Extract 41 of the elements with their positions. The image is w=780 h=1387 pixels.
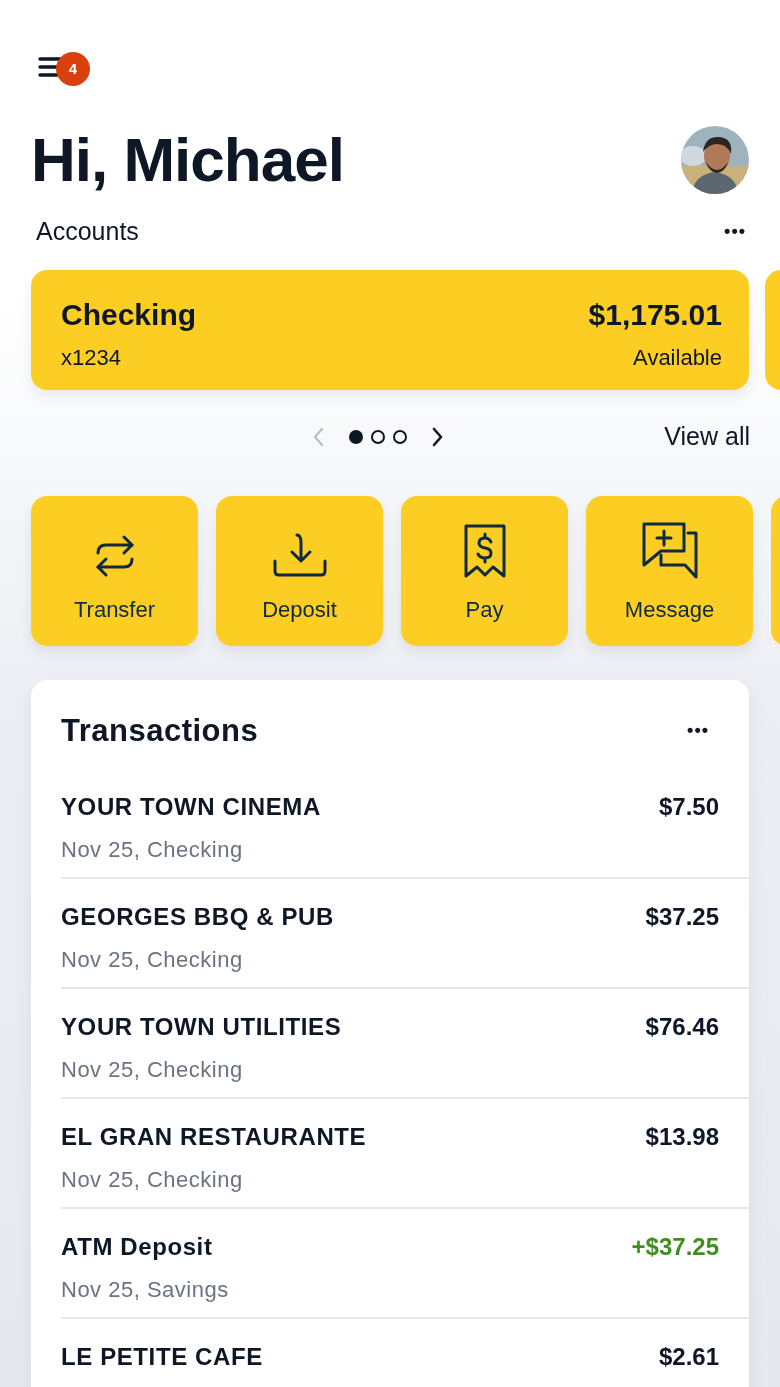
transaction-amount: +$37.25 <box>631 1231 719 1262</box>
transaction-amount: $7.50 <box>658 791 719 822</box>
action-button[interactable]: Deposit <box>216 495 383 646</box>
transaction-detail: Nov 25, Checking <box>61 835 244 864</box>
account-balance: $1,175.01 <box>588 297 722 333</box>
balance-label: Available <box>633 344 722 372</box>
transaction-amount: $13.98 <box>645 1121 719 1152</box>
payee-name: YOUR TOWN CINEMA <box>61 791 321 822</box>
more-button[interactable]: ••• <box>724 222 746 240</box>
account-number: x1234 <box>61 344 121 372</box>
payee-name: YOUR TOWN UTILITIES <box>61 1011 342 1042</box>
page-dot[interactable] <box>349 429 363 444</box>
section-title: Accounts <box>36 216 139 246</box>
account-name: Checking <box>61 297 197 333</box>
transaction-detail: Nov 25, Savings <box>61 1275 229 1304</box>
transaction-amount: $76.46 <box>645 1011 719 1042</box>
transaction-amount: $2.61 <box>658 1341 719 1372</box>
payee-name: EL GRAN RESTAURANTE <box>61 1121 367 1152</box>
payee-name: LE PETITE CAFE <box>61 1341 263 1372</box>
chevron-left-icon <box>313 426 325 447</box>
transaction-detail: Nov 25, Checking <box>61 1165 244 1194</box>
more-button[interactable]: ••• <box>687 721 709 740</box>
notification-badge: 4 <box>56 52 90 86</box>
action-button[interactable]: Message <box>586 495 753 646</box>
page-dot[interactable] <box>371 429 385 444</box>
receipt-dollar-icon <box>462 522 507 579</box>
next-button[interactable] <box>431 426 443 447</box>
action-button[interactable]: Transfer <box>31 495 198 646</box>
view-all-link[interactable]: View all <box>664 418 750 456</box>
payee-name: GEORGES BBQ & PUB <box>61 901 334 932</box>
page-dot[interactable] <box>393 429 407 444</box>
chat-plus-icon <box>640 520 699 579</box>
chevron-right-icon <box>431 426 443 447</box>
account-card[interactable]: Checking $1,175.01 x1234 Available <box>31 270 749 390</box>
transaction-detail: Nov 25, Checking <box>61 1055 244 1084</box>
transaction-detail: Nov 25, Checking <box>61 945 244 974</box>
card-title: Transactions <box>61 711 259 749</box>
payee-name: ATM Deposit <box>61 1231 214 1262</box>
action-button[interactable]: Pay <box>401 495 568 646</box>
transaction-amount: $37.25 <box>645 901 719 932</box>
greeting-title: Hi, Michael <box>31 129 344 191</box>
